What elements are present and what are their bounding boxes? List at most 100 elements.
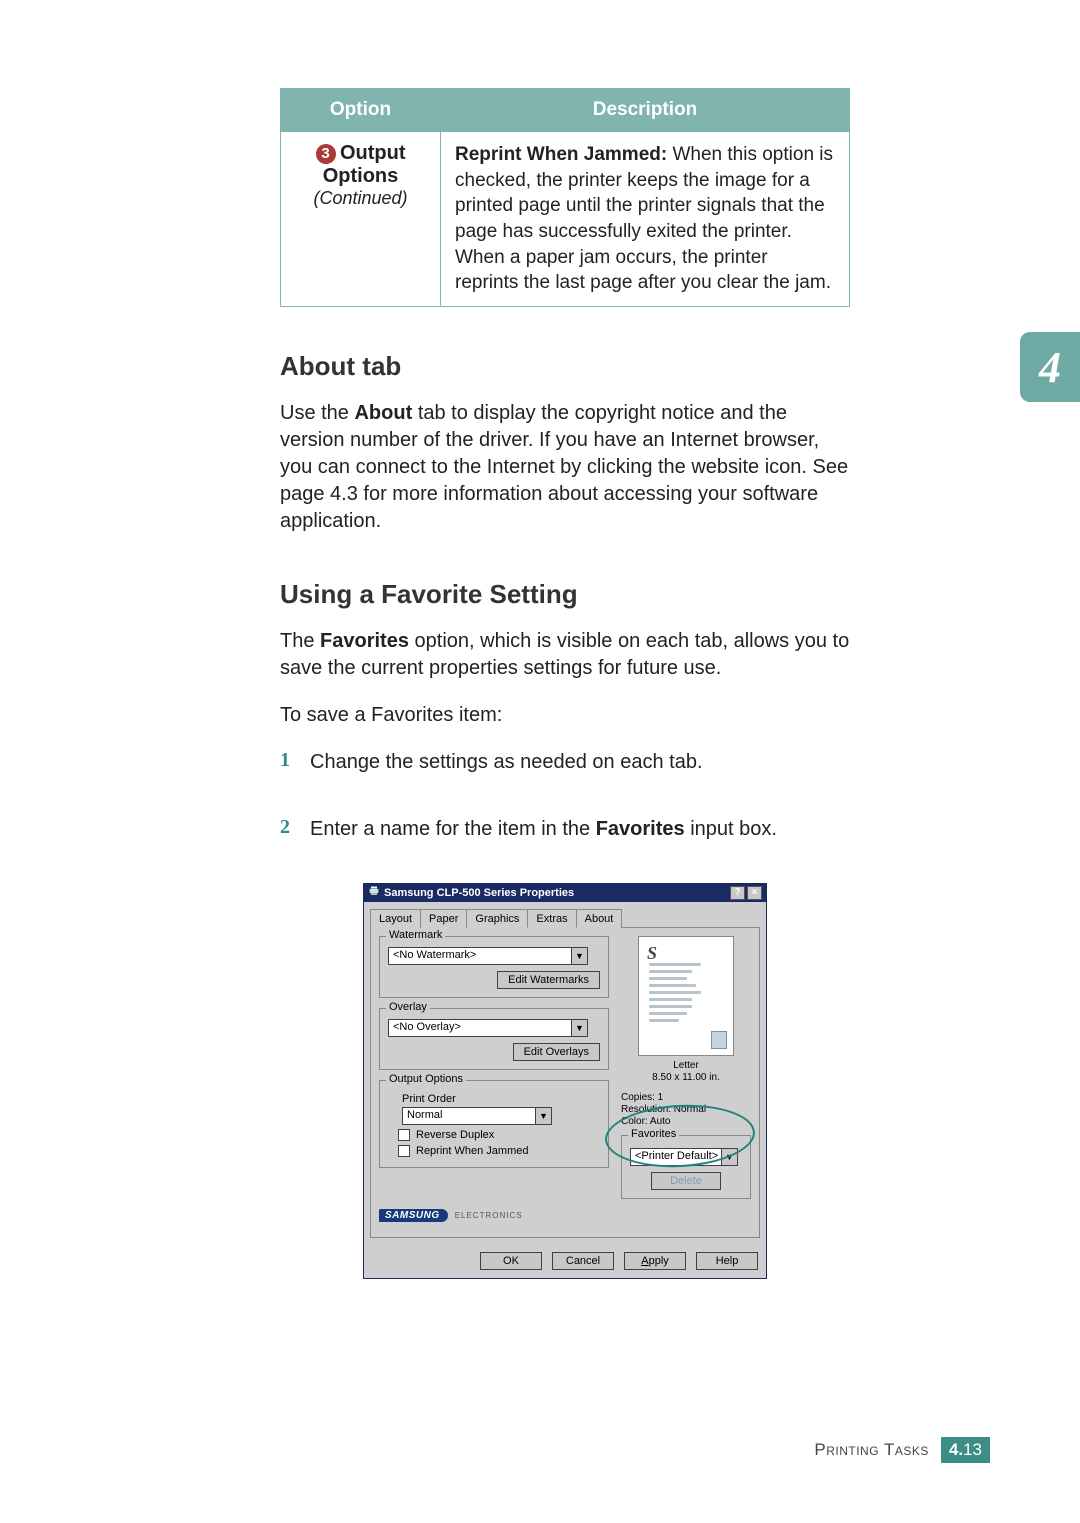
favorite-paragraph-2: To save a Favorites item: [280,702,850,729]
option-cell: 3 Output Options (Continued) [281,132,441,307]
table-header-description: Description [441,89,850,132]
group-overlay: Overlay <No Overlay> ▼ Edit Overlays [379,1008,609,1070]
text-fragment: The [280,630,320,652]
group-favorites: Favorites <Printer Default> ▼ Delete [621,1135,751,1199]
watermark-select-value: <No Watermark> [389,948,571,964]
text-fragment: A [641,1255,648,1267]
edit-watermarks-button[interactable]: Edit Watermarks [497,971,600,989]
heading-favorite-setting: Using a Favorite Setting [280,579,850,610]
table-header-option: Option [281,89,441,132]
step-1-text: Change the settings as needed on each ta… [310,749,850,776]
option-continued: (Continued) [295,188,426,209]
checkbox-icon [398,1145,410,1157]
apply-button[interactable]: Apply [624,1252,686,1270]
preview-caption: Letter 8.50 x 11.00 in. [621,1060,751,1084]
properties-dialog: Samsung CLP-500 Series Properties ? × La… [363,883,767,1279]
chapter-number: 4 [1039,342,1061,393]
step-number-2: 2 [280,816,298,863]
chapter-side-tab: 4 [1020,332,1080,402]
info-copies: Copies: 1 [621,1092,751,1103]
option-title-line2: Options [295,165,426,188]
dialog-footer: OK Cancel Apply Help [364,1244,766,1278]
text-fragment: pply [649,1255,669,1267]
option-badge: 3 [316,144,336,164]
table-row: 3 Output Options (Continued) Reprint Whe… [281,132,850,307]
print-order-label: Print Order [402,1093,600,1105]
reprint-when-jammed-label: Reprint When Jammed [416,1145,529,1157]
desc-rest: When this option is checked, the printer… [455,144,833,293]
edit-overlays-button[interactable]: Edit Overlays [513,1043,600,1061]
tab-layout[interactable]: Layout [370,909,421,928]
tab-paper[interactable]: Paper [420,909,467,928]
favorite-paragraph-1: The Favorites option, which is visible o… [280,628,850,682]
footer-page-number: 13 [963,1440,982,1459]
dialog-help-button[interactable]: ? [730,886,745,900]
about-paragraph: Use the About tab to display the copyrig… [280,400,850,535]
cancel-button[interactable]: Cancel [552,1252,614,1270]
group-overlay-legend: Overlay [386,1001,430,1013]
group-watermark-legend: Watermark [386,929,445,941]
page-number-badge: 4.13 [941,1437,990,1463]
favorites-select[interactable]: <Printer Default> ▼ [630,1148,738,1166]
text-bold-favorites-input: Favorites [596,818,685,840]
chevron-down-icon: ▼ [571,1020,587,1036]
text-fragment: Enter a name for the item in the [310,818,596,840]
dialog-titlebar: Samsung CLP-500 Series Properties ? × [364,884,766,902]
text-fragment: Use the [280,402,354,424]
chevron-down-icon: ▼ [721,1149,737,1165]
reverse-duplex-label: Reverse Duplex [416,1129,494,1141]
tab-panel-extras: Watermark <No Watermark> ▼ Edit Watermar… [370,928,760,1238]
heading-about-tab: About tab [280,351,850,382]
desc-lead: Reprint When Jammed: [455,144,667,165]
help-button[interactable]: Help [696,1252,758,1270]
footer-chapter-number: 4. [949,1440,963,1459]
print-order-value: Normal [403,1108,535,1124]
preview-paper-name: Letter [621,1060,751,1072]
steps-list: 1 Change the settings as needed on each … [280,749,850,863]
group-output-options: Output Options Print Order Normal ▼ Reve… [379,1080,609,1168]
tab-about[interactable]: About [576,909,623,928]
overlay-select-value: <No Overlay> [389,1020,571,1036]
dialog-title: Samsung CLP-500 Series Properties [384,887,574,899]
list-item: 1 Change the settings as needed on each … [280,749,850,796]
checkbox-icon [398,1129,410,1141]
footer-section-label: Printing Tasks [814,1440,929,1460]
ok-button[interactable]: OK [480,1252,542,1270]
options-table: Option Description 3 Output Options (Con… [280,88,850,307]
favorites-select-value: <Printer Default> [631,1149,721,1165]
step-number-1: 1 [280,749,298,796]
info-color: Color: Auto [621,1116,751,1127]
tab-graphics[interactable]: Graphics [466,909,528,928]
dialog-screenshot: Samsung CLP-500 Series Properties ? × La… [363,883,767,1279]
watermark-select[interactable]: <No Watermark> ▼ [388,947,588,965]
page-preview: S [638,936,734,1056]
samsung-s-icon: S [647,943,657,964]
printer-icon [368,885,380,900]
text-bold-about: About [354,402,412,424]
list-item: 2 Enter a name for the item in the Favor… [280,816,850,863]
preview-paper-size: 8.50 x 11.00 in. [621,1072,751,1084]
group-favorites-legend: Favorites [628,1128,679,1140]
option-title-line1: Output [340,142,406,164]
description-cell: Reprint When Jammed: When this option is… [441,132,850,307]
text-bold-favorites: Favorites [320,630,409,652]
tab-extras[interactable]: Extras [527,909,576,928]
chevron-down-icon: ▼ [571,948,587,964]
dialog-tabs: Layout Paper Graphics Extras About [370,908,760,928]
group-output-legend: Output Options [386,1073,466,1085]
print-order-select[interactable]: Normal ▼ [402,1107,552,1125]
favorites-delete-button[interactable]: Delete [651,1172,721,1190]
text-fragment: input box. [690,818,777,840]
reverse-duplex-checkbox[interactable]: Reverse Duplex [398,1129,600,1141]
preview-corner-icon [711,1031,727,1049]
samsung-logo-sub: ELECTRONICS [455,1211,523,1220]
samsung-logo: SAMSUNG [379,1209,448,1222]
group-watermark: Watermark <No Watermark> ▼ Edit Watermar… [379,936,609,998]
dialog-close-button[interactable]: × [747,886,762,900]
step-2-text: Enter a name for the item in the Favorit… [310,816,850,843]
page-footer: Printing Tasks 4.13 [814,1437,990,1463]
chevron-down-icon: ▼ [535,1108,551,1124]
overlay-select[interactable]: <No Overlay> ▼ [388,1019,588,1037]
reprint-when-jammed-checkbox[interactable]: Reprint When Jammed [398,1145,600,1157]
info-resolution: Resolution: Normal [621,1104,751,1115]
